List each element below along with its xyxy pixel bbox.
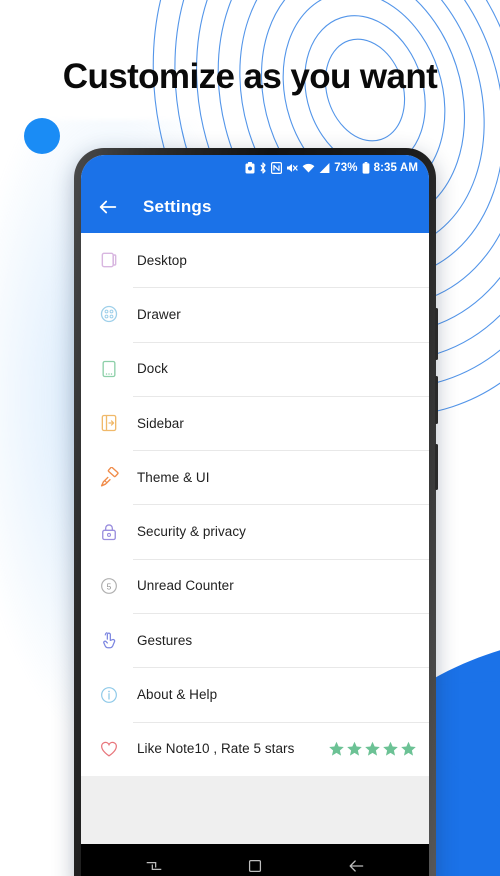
signal-icon xyxy=(319,163,330,173)
promo-screenshot: Customize as you want 73% 8:35 AM Settin… xyxy=(0,0,500,876)
settings-row-rate[interactable]: Like Note10 , Rate 5 stars xyxy=(81,721,429,776)
star-icon[interactable] xyxy=(328,740,345,757)
svg-text:5: 5 xyxy=(107,581,112,591)
home-square-icon[interactable] xyxy=(245,856,265,876)
battery-percent: 73% xyxy=(334,162,358,174)
phone-side-button-1 xyxy=(435,308,438,360)
settings-row-label: About & Help xyxy=(137,687,218,703)
app-bar-title: Settings xyxy=(143,197,212,216)
system-nav-bar xyxy=(81,844,429,876)
phone-side-button-2 xyxy=(435,376,438,424)
battery-icon xyxy=(362,162,370,174)
settings-row-sidebar[interactable]: Sidebar xyxy=(81,395,429,450)
lock-icon xyxy=(92,517,126,547)
settings-row-gestures[interactable]: Gestures xyxy=(81,613,429,667)
app-bar: Settings xyxy=(81,181,429,233)
battery-saver-icon xyxy=(245,162,255,174)
recents-icon[interactable] xyxy=(144,856,164,876)
star-icon[interactable] xyxy=(364,740,381,757)
phone-screen: 73% 8:35 AM Settings Desktop Drawer Dock… xyxy=(81,155,429,876)
blue-dot-decoration xyxy=(24,118,60,154)
settings-row-label: Drawer xyxy=(137,306,181,322)
star-icon[interactable] xyxy=(346,740,363,757)
settings-row-label: Security & privacy xyxy=(137,524,246,540)
dock-icon xyxy=(92,354,126,384)
settings-row-label: Theme & UI xyxy=(137,469,210,485)
settings-list: Desktop Drawer Dock Sidebar Theme & UI S… xyxy=(81,233,429,776)
nfc-icon xyxy=(271,162,283,174)
page-title: Customize as you want xyxy=(62,57,438,96)
settings-row-label: Gestures xyxy=(137,632,193,648)
wifi-icon xyxy=(302,163,315,173)
phone-mockup: 73% 8:35 AM Settings Desktop Drawer Dock… xyxy=(74,148,438,876)
settings-row-desktop[interactable]: Desktop xyxy=(81,233,429,287)
back-arrow-icon[interactable] xyxy=(346,856,366,876)
settings-row-label: Like Note10 , Rate 5 stars xyxy=(137,741,295,757)
bluetooth-icon xyxy=(260,162,266,174)
settings-row-dock[interactable]: Dock xyxy=(81,341,429,396)
settings-row-label: Sidebar xyxy=(137,415,184,431)
settings-row-drawer[interactable]: Drawer xyxy=(81,287,429,341)
rating-stars[interactable] xyxy=(328,740,417,757)
back-arrow-icon[interactable] xyxy=(97,196,119,218)
tap-hand-icon xyxy=(92,625,126,655)
list-empty-area xyxy=(81,775,429,844)
drawer-icon xyxy=(92,299,126,329)
status-bar: 73% 8:35 AM xyxy=(81,155,429,181)
phone-side-button-3 xyxy=(435,444,438,490)
star-icon[interactable] xyxy=(400,740,417,757)
counter-badge-icon: 5 xyxy=(92,571,126,601)
settings-row-security-privacy[interactable]: Security & privacy xyxy=(81,504,429,558)
settings-row-about-help[interactable]: About & Help xyxy=(81,667,429,721)
settings-row-label: Dock xyxy=(137,361,168,377)
sidebar-icon xyxy=(92,408,126,438)
paint-roller-icon xyxy=(92,462,126,492)
heart-icon xyxy=(92,734,126,764)
settings-row-theme-ui[interactable]: Theme & UI xyxy=(81,450,429,504)
settings-row-label: Unread Counter xyxy=(137,578,234,594)
info-icon xyxy=(92,680,126,710)
settings-row-unread-counter[interactable]: 5 Unread Counter xyxy=(81,558,429,613)
status-clock: 8:35 AM xyxy=(373,162,418,174)
star-icon[interactable] xyxy=(382,740,399,757)
settings-row-label: Desktop xyxy=(137,252,187,268)
desktop-icon xyxy=(92,245,126,275)
mute-icon xyxy=(287,164,298,172)
